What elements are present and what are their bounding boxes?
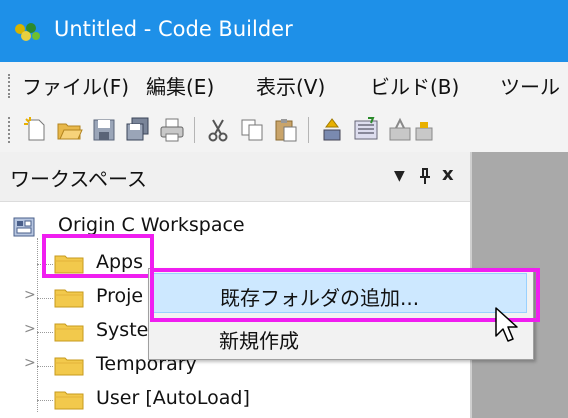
workspace-icon [13,217,35,237]
highlight-apps [42,234,154,278]
menu-edit[interactable]: 編集(E) [146,71,214,100]
copy-icon[interactable] [238,116,266,144]
menu-file[interactable]: ファイル(F) [22,71,129,100]
rebuild-icon[interactable] [352,116,380,144]
tree-label-user: User [AutoLoad] [96,387,250,409]
title-bar: Untitled - Code Builder [0,0,568,62]
code-builder-app-icon[interactable] [12,20,42,44]
highlight-add-existing-folder [150,268,540,322]
run-icon[interactable] [414,116,434,144]
menu-item-new-label: 新規作成 [219,329,299,353]
tree-label-system: Syste [96,319,149,341]
toolbar-grip[interactable] [8,117,12,143]
new-file-icon[interactable] [22,116,50,144]
tree-label-projects: Proje [96,285,144,307]
menu-view[interactable]: 表示(V) [256,71,325,100]
expand-arrow-icon[interactable]: > [24,355,36,371]
menubar-grip[interactable] [8,74,12,98]
toolbar-separator [194,117,195,143]
folder-icon [54,289,84,308]
cut-icon[interactable] [204,116,232,144]
print-icon[interactable] [158,116,186,144]
window-title: Untitled - Code Builder [54,17,293,41]
close-icon[interactable]: x [442,164,454,185]
paste-icon[interactable] [272,116,300,144]
tree-item-user[interactable]: User [AutoLoad] [0,383,470,417]
debug-icon[interactable] [386,116,414,144]
save-icon[interactable] [90,116,118,144]
mouse-cursor-icon [495,307,518,342]
menu-bar: ファイル(F) 編集(E) 表示(V) ビルド(B) ツール [0,62,568,107]
workspace-panel-header: ワークスペース ▼ x [0,152,470,202]
workspace-panel-title: ワークスペース [10,167,147,191]
tree-label-workspace-root: Origin C Workspace [58,214,245,236]
toolbar-separator [308,117,309,143]
expand-arrow-icon[interactable]: > [24,287,36,303]
build-icon[interactable] [318,116,346,144]
toolbar [0,107,568,152]
folder-icon [54,323,84,342]
menu-tools[interactable]: ツール [500,71,560,100]
panel-dropdown-icon[interactable]: ▼ [394,168,405,184]
pin-icon[interactable] [418,167,432,185]
expand-arrow-icon[interactable]: > [24,321,36,337]
folder-icon [54,357,84,376]
open-folder-icon[interactable] [56,116,84,144]
folder-icon [54,391,84,410]
menu-build[interactable]: ビルド(B) [370,71,459,100]
save-all-icon[interactable] [124,116,152,144]
menu-item-new[interactable]: 新規作成 [153,317,527,357]
